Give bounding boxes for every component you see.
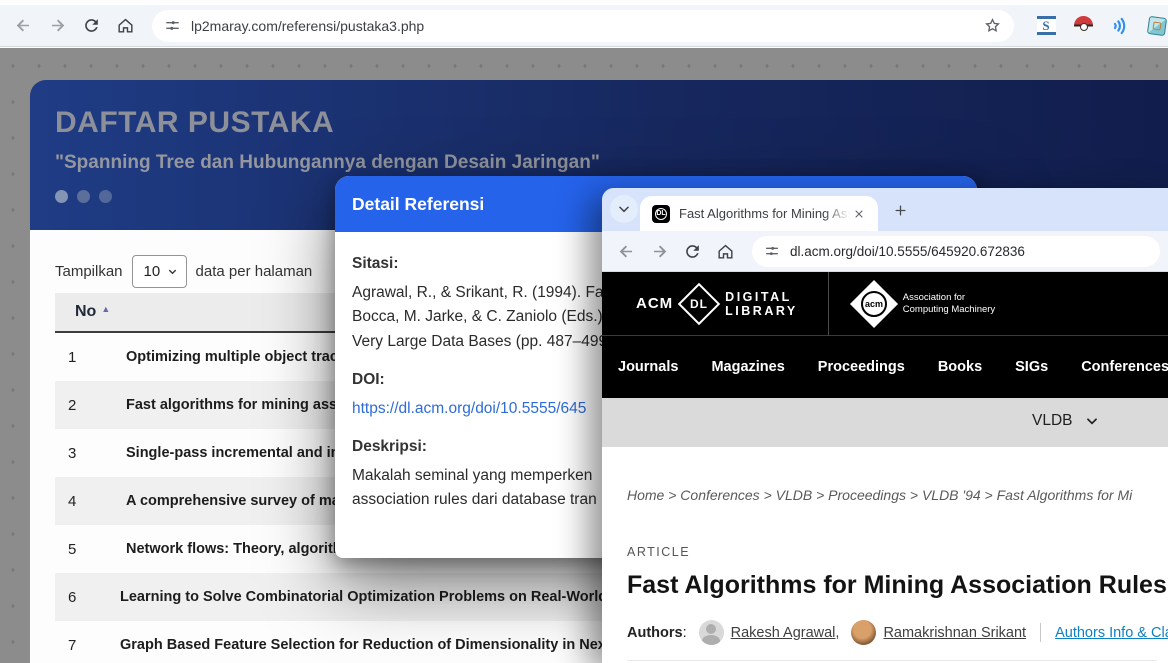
- s-extension-icon[interactable]: S: [1036, 16, 1056, 36]
- back-icon[interactable]: [6, 9, 40, 43]
- acm-diamond-icon: acm: [850, 279, 898, 327]
- authors-colon: :: [683, 625, 687, 641]
- row-number: 3: [55, 445, 102, 462]
- row-number: 6: [55, 589, 102, 606]
- pokeball-extension-icon[interactable]: [1073, 16, 1093, 36]
- author-link[interactable]: Rakesh Agrawal,: [731, 625, 840, 641]
- venue-label: VLDB: [1032, 412, 1073, 430]
- row-number: 4: [55, 493, 102, 510]
- home-icon[interactable]: [108, 9, 142, 43]
- authors-divider: [1040, 623, 1041, 642]
- screen: lp2maray.com/referensi/pustaka3.php S DA…: [0, 0, 1168, 663]
- forward-icon[interactable]: [40, 9, 74, 43]
- active-tab[interactable]: DL Fast Algorithms for Mining Asso: [640, 196, 878, 231]
- cube-extension-icon[interactable]: [1147, 16, 1167, 36]
- nav-item-sigs[interactable]: SIGs: [1015, 359, 1048, 375]
- dot-indicator[interactable]: [99, 190, 112, 203]
- row-number: 1: [55, 349, 102, 366]
- page-size-value: 10: [144, 263, 161, 280]
- acm-logo-row: ACM DL DIGITAL LIBRARY acm Association f…: [602, 272, 1168, 336]
- address-bar[interactable]: dl.acm.org/doi/10.5555/645920.672836: [752, 236, 1160, 267]
- chevron-down-icon: [167, 266, 178, 277]
- nav-item-conferences[interactable]: Conferences: [1081, 359, 1168, 375]
- breadcrumb[interactable]: Home > Conferences > VLDB > Proceedings …: [627, 487, 1168, 503]
- logo-divider: [828, 272, 829, 336]
- row-number: 5: [55, 541, 102, 558]
- page-title: DAFTAR PUSTAKA: [55, 106, 334, 140]
- digital-library-text: DIGITAL LIBRARY: [725, 290, 798, 318]
- extensions-area: S: [1036, 16, 1167, 36]
- acm-header: ACM DL DIGITAL LIBRARY acm Association f…: [602, 272, 1168, 398]
- reload-icon[interactable]: [74, 9, 108, 43]
- no-column-header[interactable]: No: [75, 303, 96, 321]
- nav-item-journals[interactable]: Journals: [618, 359, 678, 375]
- dot-indicator[interactable]: [55, 190, 68, 203]
- nav-item-proceedings[interactable]: Proceedings: [818, 359, 905, 375]
- url-text[interactable]: lp2maray.com/referensi/pustaka3.php: [191, 18, 983, 34]
- row-number: 2: [55, 397, 102, 414]
- acm-browser-window: DL Fast Algorithms for Mining Asso: [602, 188, 1168, 663]
- page-size-control: Tampilkan 10 data per halaman: [55, 255, 312, 288]
- author-link[interactable]: Ramakrishnan Srikant: [883, 625, 1026, 641]
- sort-ascending-icon: ▲: [101, 304, 110, 314]
- page-subtitle: "Spanning Tree dan Hubungannya dengan De…: [55, 152, 600, 174]
- acm-favicon: DL: [652, 205, 670, 223]
- back-icon[interactable]: [610, 235, 643, 268]
- tab-search-chevron-icon[interactable]: [610, 195, 638, 223]
- page-size-suffix-label: data per halaman: [196, 263, 313, 280]
- site-info-icon[interactable]: [164, 17, 181, 34]
- tab-close-icon[interactable]: [850, 205, 868, 223]
- venue-dropdown[interactable]: VLDB: [1032, 412, 1099, 430]
- association-text: Association for Computing Machinery: [903, 292, 995, 316]
- authors-label: Authors: [627, 625, 683, 641]
- browser2-toolbar: dl.acm.org/doi/10.5555/645920.672836: [602, 231, 1168, 272]
- chevron-down-icon: [1085, 414, 1099, 428]
- acm-nav: Journals Magazines Proceedings Books SIG…: [602, 336, 1168, 397]
- carousel-dots: [55, 190, 112, 203]
- author-avatar[interactable]: [699, 620, 724, 645]
- reload-icon[interactable]: [676, 235, 709, 268]
- page-size-prefix-label: Tampilkan: [55, 263, 123, 280]
- acm-dl-logo[interactable]: ACM DL DIGITAL LIBRARY: [636, 289, 798, 319]
- acm-association-logo[interactable]: acm Association for Computing Machinery: [857, 287, 995, 321]
- browser1-toolbar: lp2maray.com/referensi/pustaka3.php S: [0, 5, 1168, 47]
- authors-row: Authors: Rakesh Agrawal, Ramakrishnan Sr…: [627, 620, 1157, 661]
- site-info-icon[interactable]: [764, 243, 780, 259]
- authors-info-claims-link[interactable]: Authors Info & Claims: [1055, 625, 1168, 641]
- home-icon[interactable]: [709, 235, 742, 268]
- author-avatar[interactable]: [851, 620, 876, 645]
- page-size-select[interactable]: 10: [132, 255, 187, 288]
- article-type-label: ARTICLE: [627, 545, 1168, 559]
- new-tab-icon[interactable]: [890, 200, 910, 220]
- address-bar[interactable]: lp2maray.com/referensi/pustaka3.php: [152, 10, 1014, 42]
- dot-indicator[interactable]: [77, 190, 90, 203]
- forward-icon[interactable]: [643, 235, 676, 268]
- signal-waves-extension-icon[interactable]: [1110, 16, 1130, 36]
- dl-diamond-icon: DL: [678, 282, 720, 324]
- tab-title: Fast Algorithms for Mining Asso: [679, 206, 850, 221]
- row-number: 7: [55, 637, 102, 654]
- article-title: Fast Algorithms for Mining Association R…: [627, 571, 1168, 600]
- venue-bar: VLDB: [602, 398, 1168, 447]
- url-text[interactable]: dl.acm.org/doi/10.5555/645920.672836: [790, 244, 1148, 259]
- doi-link[interactable]: https://dl.acm.org/doi/10.5555/645: [352, 400, 586, 417]
- nav-item-magazines[interactable]: Magazines: [711, 359, 784, 375]
- article-content: Home > Conferences > VLDB > Proceedings …: [602, 447, 1168, 661]
- modal-title: Detail Referensi: [352, 194, 484, 215]
- nav-item-books[interactable]: Books: [938, 359, 982, 375]
- acm-logo-text: ACM: [636, 295, 673, 312]
- bookmark-star-icon[interactable]: [983, 16, 1002, 35]
- browser2-tab-strip: DL Fast Algorithms for Mining Asso: [602, 188, 1168, 231]
